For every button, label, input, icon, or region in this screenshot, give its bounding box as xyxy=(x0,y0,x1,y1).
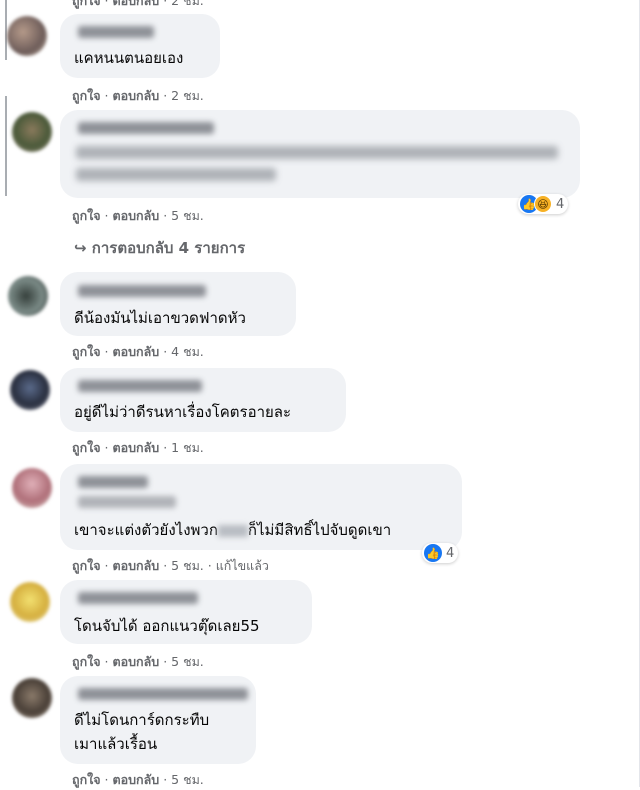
reply-link[interactable]: ตอบกลับ xyxy=(113,344,160,359)
reply-link[interactable]: ตอบกลับ xyxy=(113,440,160,455)
like-link[interactable]: ถูกใจ xyxy=(72,440,101,455)
censored-word xyxy=(217,524,248,537)
timestamp[interactable]: 5 ชม. xyxy=(171,558,204,573)
avatar[interactable] xyxy=(12,112,52,152)
comment-text: อยู่ดีไม่ว่าดีรนหาเรื่องโคตรอายละ xyxy=(74,403,292,421)
avatar[interactable] xyxy=(7,16,47,56)
avatar[interactable] xyxy=(12,678,52,718)
comment-text: เขาจะแต่งตัวยังไงพวก ก็ไม่มีสิทธิ์ไปจับดู… xyxy=(74,520,391,540)
comment-meta: ถูกใจ · ตอบกลับ · 1 ชม. xyxy=(72,440,204,455)
reply-link[interactable]: ตอบกลับ xyxy=(113,772,160,787)
commenter-name[interactable] xyxy=(78,688,248,700)
comment-meta: ถูกใจ · ตอบกลับ · 5 ชม. xyxy=(72,654,204,669)
comment-text: เมาแล้วเรื้อน xyxy=(74,735,158,753)
comment-bubble: แคหนนตนอยเอง xyxy=(60,14,220,78)
timestamp[interactable]: 2 ชม. xyxy=(171,0,204,8)
comment-text-part: เขาจะแต่งตัวยังไงพวก xyxy=(74,521,218,539)
avatar[interactable] xyxy=(12,468,52,508)
reaction-summary[interactable]: 👍 4 xyxy=(422,543,459,563)
reply-link[interactable]: ตอบกลับ xyxy=(113,88,160,103)
like-link[interactable]: ถูกใจ xyxy=(72,88,101,103)
like-link[interactable]: ถูกใจ xyxy=(72,654,101,669)
comment-text-part: ก็ไม่มีสิทธิ์ไปจับดูดเขา xyxy=(247,521,392,539)
reply-link[interactable]: ตอบกลับ xyxy=(113,0,160,8)
reaction-summary[interactable]: 👍 😆 4 xyxy=(518,194,569,214)
commenter-name[interactable] xyxy=(78,122,214,134)
comment-bubble: เขาจะแต่งตัวยังไงพวก ก็ไม่มีสิทธิ์ไปจับดู… xyxy=(60,464,462,550)
comment-text-blurred xyxy=(76,146,558,159)
timestamp[interactable]: 5 ชม. xyxy=(171,208,204,223)
reply-link[interactable]: ตอบกลับ xyxy=(113,558,160,573)
comment-meta: ถูกใจ · ตอบกลับ · 5 ชม. xyxy=(72,772,204,787)
like-link[interactable]: ถูกใจ xyxy=(72,558,101,573)
comment-text-blurred xyxy=(76,168,276,181)
reply-link[interactable]: ตอบกลับ xyxy=(113,654,160,669)
comment-text: แคหนนตนอยเอง xyxy=(74,49,184,67)
like-link[interactable]: ถูกใจ xyxy=(72,772,101,787)
comment-meta: ถูกใจ · ตอบกลับ · 2 ชม. xyxy=(72,0,204,11)
commenter-name[interactable] xyxy=(78,380,202,392)
commenter-name[interactable] xyxy=(78,476,148,488)
comment-bubble: ดีน้องมันไม่เอาขวดฟาดหัว xyxy=(60,272,296,336)
timestamp[interactable]: 2 ชม. xyxy=(171,88,204,103)
commenter-name[interactable] xyxy=(78,592,198,604)
comment-bubble: โดนจับได้ ออกแนวตุ๊ดเลย55 xyxy=(60,580,312,644)
avatar[interactable] xyxy=(10,370,50,410)
timestamp[interactable]: 1 ชม. xyxy=(171,440,204,455)
edited-label: แก้ไขแล้ว xyxy=(215,558,269,573)
timestamp[interactable]: 5 ชม. xyxy=(171,772,204,787)
commenter-subtitle xyxy=(78,496,176,508)
thread-line xyxy=(5,96,7,196)
comment-meta: ถูกใจ · ตอบกลับ · 4 ชม. xyxy=(72,344,204,359)
like-link[interactable]: ถูกใจ xyxy=(72,344,101,359)
reply-link[interactable]: ตอบกลับ xyxy=(113,208,160,223)
reaction-count: 4 xyxy=(556,196,565,212)
comment-text: ดีไม่โดนการ์ดกระทืบ xyxy=(74,711,210,729)
like-link[interactable]: ถูกใจ xyxy=(72,208,101,223)
haha-icon: 😆 xyxy=(534,195,552,213)
comment-text: โดนจับได้ ออกแนวตุ๊ดเลย55 xyxy=(74,617,260,635)
comment-text: ดีน้องมันไม่เอาขวดฟาดหัว xyxy=(74,309,246,327)
timestamp[interactable]: 5 ชม. xyxy=(171,654,204,669)
commenter-name[interactable] xyxy=(78,285,206,297)
view-replies-link[interactable]: ↪ การตอบกลับ 4 รายการ xyxy=(74,236,245,260)
comment-meta: ถูกใจ · ตอบกลับ · 5 ชม. xyxy=(72,208,204,223)
like-icon: 👍 xyxy=(424,544,442,562)
like-link[interactable]: ถูกใจ xyxy=(72,0,101,8)
comment-bubble: ดีไม่โดนการ์ดกระทืบ เมาแล้วเรื้อน xyxy=(60,676,256,764)
comment-bubble: อยู่ดีไม่ว่าดีรนหาเรื่องโคตรอายละ xyxy=(60,368,346,432)
reaction-count: 4 xyxy=(446,545,455,561)
avatar[interactable] xyxy=(8,276,48,316)
timestamp[interactable]: 4 ชม. xyxy=(171,344,204,359)
comment-meta: ถูกใจ · ตอบกลับ · 2 ชม. xyxy=(72,88,204,103)
commenter-name[interactable] xyxy=(78,26,154,38)
comment-meta: ถูกใจ · ตอบกลับ · 5 ชม. · แก้ไขแล้ว xyxy=(72,558,269,573)
avatar[interactable] xyxy=(10,582,50,622)
comment-bubble xyxy=(60,110,580,198)
